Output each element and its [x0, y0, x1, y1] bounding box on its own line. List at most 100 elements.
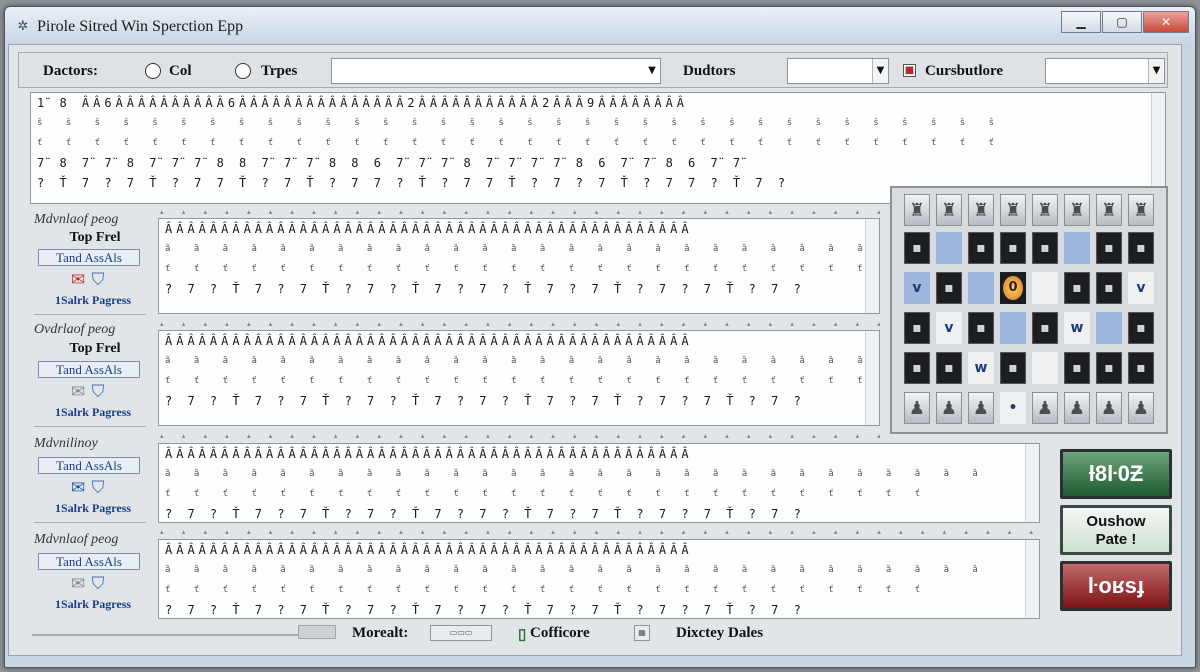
rook-piece-icon[interactable]: ♜: [904, 194, 930, 226]
board-cell[interactable]: ▪: [968, 312, 994, 344]
grid-ruler: ▴ ▴ ▴ ▴ ▴ ▴ ▴ ▴ ▴ ▴ ▴ ▴ ▴ ▴ ▴ ▴ ▴ ▴ ▴ ▴ …: [160, 208, 880, 216]
table-row: ÂÂÂÂÂÂÂÂÂÂÂÂÂÂÂÂÂÂÂÂÂÂÂÂÂÂÂÂÂÂÂÂÂÂÂÂÂÂÂÂ…: [165, 334, 693, 348]
board-cell[interactable]: [1032, 272, 1058, 304]
table-row: ȁ ȁ ȁ ȁ ȁ ȁ ȁ ȁ ȁ ȁ ȁ ȁ ȁ ȁ ȁ ȁ ȁ ȁ ȁ ȁ …: [165, 244, 879, 254]
status-slider-thumb[interactable]: [298, 625, 336, 639]
board-cell[interactable]: ▪: [1064, 272, 1090, 304]
table-row: ? 7 ? Ť 7 ? 7 Ť ? 7 ? Ť 7 ? 7 ? Ť 7 ? 7 …: [165, 603, 805, 617]
board-cell[interactable]: ▪: [968, 232, 994, 264]
shield-icon: ⛉: [91, 478, 105, 498]
rook-piece-icon[interactable]: ♜: [1032, 194, 1058, 226]
pawn-piece-icon[interactable]: ♟: [1064, 392, 1090, 424]
mail-icon: ✉: [70, 270, 86, 290]
board-cell[interactable]: v: [936, 312, 962, 344]
radio-types-label: Trpes: [261, 63, 298, 79]
board-cell[interactable]: [1064, 232, 1090, 264]
vertical-scrollbar[interactable]: [1025, 540, 1039, 618]
green-action-button[interactable]: ƚ8ŀ0Ƶ: [1060, 449, 1172, 499]
board-cell[interactable]: ▪: [1096, 232, 1122, 264]
rook-piece-icon[interactable]: ♜: [1000, 194, 1026, 226]
table-row: ť ť ť ť ť ť ť ť ť ť ť ť ť ť ť ť ť ť ť ť …: [37, 138, 1004, 148]
section-subtitle: Top Frel: [69, 341, 121, 356]
board-cell[interactable]: [936, 232, 962, 264]
rook-piece-icon[interactable]: ♜: [936, 194, 962, 226]
vertical-scrollbar[interactable]: [1025, 444, 1039, 522]
radio-types[interactable]: [235, 63, 251, 79]
minimize-button[interactable]: ▁: [1061, 11, 1101, 33]
tand-button[interactable]: Tand AssAls: [38, 553, 140, 570]
tand-button[interactable]: Tand AssAls: [38, 249, 140, 266]
pawn-piece-icon[interactable]: ♟: [936, 392, 962, 424]
board-cell[interactable]: [1032, 352, 1058, 384]
board-cell[interactable]: v: [904, 272, 930, 304]
marker-token-icon[interactable]: 0: [1003, 276, 1023, 300]
data-grid-2[interactable]: ÂÂÂÂÂÂÂÂÂÂÂÂÂÂÂÂÂÂÂÂÂÂÂÂÂÂÂÂÂÂÂÂÂÂÂÂÂÂÂÂ…: [158, 330, 880, 426]
main-dropdown[interactable]: ▼: [331, 58, 661, 84]
rook-piece-icon[interactable]: ♜: [968, 194, 994, 226]
board-cell[interactable]: [1000, 312, 1026, 344]
board-cell[interactable]: ▪: [904, 312, 930, 344]
section-icons: ✉ ⛉: [68, 478, 118, 498]
board-cell[interactable]: •: [1000, 392, 1026, 424]
data-grid-1[interactable]: ÂÂÂÂÂÂÂÂÂÂÂÂÂÂÂÂÂÂÂÂÂÂÂÂÂÂÂÂÂÂÂÂÂÂÂÂÂÂÂÂ…: [158, 218, 880, 314]
vertical-scrollbar[interactable]: [865, 219, 879, 313]
mail-icon: ✉: [70, 382, 86, 402]
pawn-piece-icon[interactable]: ♟: [968, 392, 994, 424]
board-cell[interactable]: v: [1128, 272, 1154, 304]
board-cell[interactable]: ▪: [1000, 352, 1026, 384]
cursbutlore-dropdown[interactable]: ▼: [1045, 58, 1165, 84]
close-button[interactable]: ✕: [1143, 11, 1189, 33]
show-pate-button[interactable]: Oushow Pate !: [1060, 505, 1172, 555]
table-row: ť ť ť ť ť ť ť ť ť ť ť ť ť ť ť ť ť ť ť ť …: [165, 264, 879, 274]
board-cell[interactable]: ▪: [1128, 232, 1154, 264]
red-action-button[interactable]: ŀoʁsɟ: [1060, 561, 1172, 611]
tand-button[interactable]: Tand AssAls: [38, 457, 140, 474]
pawn-piece-icon[interactable]: ♟: [1032, 392, 1058, 424]
section-title: Mdvnlaof peog: [34, 212, 119, 227]
pawn-piece-icon[interactable]: ♟: [1096, 392, 1122, 424]
status-slider-track[interactable]: [32, 634, 332, 636]
board-cell[interactable]: ▪: [1096, 352, 1122, 384]
board-cell[interactable]: ▪: [1032, 232, 1058, 264]
board-cell[interactable]: ▪: [904, 352, 930, 384]
board-cell[interactable]: ▪: [1000, 232, 1026, 264]
board-cell[interactable]: ▪: [1128, 312, 1154, 344]
data-grid-4[interactable]: ÂÂÂÂÂÂÂÂÂÂÂÂÂÂÂÂÂÂÂÂÂÂÂÂÂÂÂÂÂÂÂÂÂÂÂÂÂÂÂÂ…: [158, 539, 1040, 619]
board-cell[interactable]: ▪: [936, 352, 962, 384]
section-divider: [34, 314, 146, 315]
board-cell[interactable]: ▪: [936, 272, 962, 304]
board-cell[interactable]: w: [1064, 312, 1090, 344]
tand-button[interactable]: Tand AssAls: [38, 361, 140, 378]
morealt-field[interactable]: ▭▭▭: [430, 625, 492, 641]
game-board[interactable]: ♜ ♜ ♜ ♜ ♜ ♜ ♜ ♜ ▪ ▪ ▪ ▪ ▪ ▪ v ▪ 0 ▪ ▪ v …: [890, 186, 1168, 434]
board-cell[interactable]: ▪: [1128, 352, 1154, 384]
section-divider: [34, 426, 146, 427]
pawn-piece-icon[interactable]: ♟: [1128, 392, 1154, 424]
section-divider: [34, 522, 146, 523]
cursbutlore-checkbox[interactable]: ■: [903, 64, 916, 77]
board-cell[interactable]: w: [968, 352, 994, 384]
board-cell[interactable]: [1096, 312, 1122, 344]
table-row: ť ť ť ť ť ť ť ť ť ť ť ť ť ť ť ť ť ť ť ť …: [165, 489, 930, 499]
data-grid-3[interactable]: ÂÂÂÂÂÂÂÂÂÂÂÂÂÂÂÂÂÂÂÂÂÂÂÂÂÂÂÂÂÂÂÂÂÂÂÂÂÂÂÂ…: [158, 443, 1040, 523]
board-cell[interactable]: [968, 272, 994, 304]
board-cell[interactable]: ▪: [1064, 352, 1090, 384]
rook-piece-icon[interactable]: ♜: [1096, 194, 1122, 226]
rook-piece-icon[interactable]: ♜: [1128, 194, 1154, 226]
rook-piece-icon[interactable]: ♜: [1064, 194, 1090, 226]
title-bar[interactable]: ✲ Pirole Sitred Win Sperction Epp ▁ ▢ ✕: [5, 7, 1195, 47]
grid-ruler: ▴ ▴ ▴ ▴ ▴ ▴ ▴ ▴ ▴ ▴ ▴ ▴ ▴ ▴ ▴ ▴ ▴ ▴ ▴ ▴ …: [160, 528, 1040, 536]
dudtors-dropdown[interactable]: ▼: [787, 58, 889, 84]
board-cell[interactable]: ▪: [1032, 312, 1058, 344]
vertical-scrollbar[interactable]: [865, 331, 879, 425]
grid-icon[interactable]: ▦: [634, 625, 650, 641]
table-row: ? 7 ? Ť 7 ? 7 Ť ? 7 ? Ť 7 ? 7 ? Ť 7 ? 7 …: [165, 282, 805, 296]
maximize-button[interactable]: ▢: [1102, 11, 1142, 33]
board-cell[interactable]: ▪: [904, 232, 930, 264]
board-cell[interactable]: ▪: [1096, 272, 1122, 304]
radio-col[interactable]: [145, 63, 161, 79]
board-cell[interactable]: 0: [1000, 272, 1026, 304]
grid-ruler: ▴ ▴ ▴ ▴ ▴ ▴ ▴ ▴ ▴ ▴ ▴ ▴ ▴ ▴ ▴ ▴ ▴ ▴ ▴ ▴ …: [160, 432, 880, 440]
table-row: ȁ ȁ ȁ ȁ ȁ ȁ ȁ ȁ ȁ ȁ ȁ ȁ ȁ ȁ ȁ ȁ ȁ ȁ ȁ ȁ …: [165, 565, 987, 575]
pawn-piece-icon[interactable]: ♟: [904, 392, 930, 424]
